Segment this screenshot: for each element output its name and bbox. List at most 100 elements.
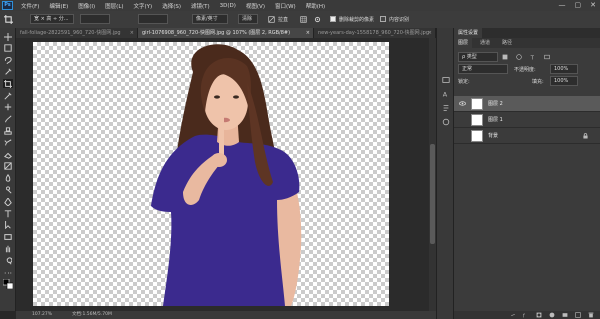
resolution-select[interactable]: 像素/英寸 — [192, 14, 228, 24]
eye-icon[interactable] — [459, 101, 466, 106]
more-icon[interactable] — [3, 268, 13, 277]
type-icon[interactable] — [3, 209, 13, 218]
settings-gear-icon[interactable] — [314, 16, 321, 23]
menu-select[interactable]: 选择(S) — [157, 2, 186, 10]
color-swatch-icon[interactable] — [3, 279, 13, 290]
pen-icon[interactable] — [3, 197, 13, 206]
preset-select[interactable]: 宽 × 高 ÷ 分... — [30, 14, 74, 24]
zoom-level[interactable]: 107.27% — [32, 311, 52, 319]
link-icon[interactable] — [510, 312, 516, 318]
menu-filter[interactable]: 滤镜(T) — [186, 2, 215, 10]
layer-name: 图层 2 — [488, 101, 503, 107]
gradient-icon[interactable] — [3, 162, 13, 171]
history-brush-icon[interactable] — [3, 138, 13, 147]
tab-properties[interactable]: 属性设置 — [454, 28, 483, 38]
svg-text:T: T — [530, 55, 535, 60]
tab-layers[interactable]: 图层 — [454, 38, 473, 48]
tab-channels[interactable]: 通道 — [476, 38, 494, 48]
clear-button[interactable]: 清除 — [238, 14, 258, 24]
history-icon[interactable] — [442, 76, 450, 84]
layers-footer: f — [454, 311, 600, 319]
tab-fall-foliage[interactable]: fall-foliage-2822591_960_720-快图网.jpg × — [16, 28, 138, 38]
delete-cropped-checkbox[interactable] — [330, 16, 336, 22]
minimize-button[interactable]: — — [559, 1, 566, 9]
doc-size: 文档:1.56M/5.70M — [72, 312, 112, 317]
crop-icon[interactable] — [3, 79, 13, 89]
move-icon[interactable] — [3, 32, 13, 41]
width-field[interactable] — [80, 14, 110, 24]
status-bar: 107.27% 文档:1.56M/5.70M — [16, 311, 436, 319]
close-button[interactable]: ✕ — [590, 1, 596, 9]
woman-cutout-image[interactable] — [33, 42, 389, 306]
close-icon[interactable]: × — [130, 28, 134, 38]
marquee-icon[interactable] — [3, 44, 13, 53]
stamp-icon[interactable] — [3, 126, 13, 135]
brush-icon[interactable] — [3, 115, 13, 124]
overlay-grid-icon[interactable] — [300, 16, 307, 23]
tools-panel — [0, 28, 16, 311]
tab-girl[interactable]: girl-1076908_960_720-快图网.jpg @ 107% (图层 … — [138, 28, 314, 38]
panel-icon-strip: A — [436, 28, 454, 319]
maximize-button[interactable]: ▢ — [575, 1, 582, 9]
lock-label: 锁定: — [458, 79, 470, 85]
layer-thumbnail — [471, 130, 483, 142]
height-field[interactable] — [138, 14, 168, 24]
dodge-icon[interactable] — [3, 185, 13, 194]
opacity-input[interactable]: 100% — [550, 64, 578, 74]
layer-row[interactable]: 背景 — [454, 128, 600, 144]
menu-view[interactable]: 视图(V) — [241, 2, 270, 10]
menu-layer[interactable]: 图层(L) — [100, 2, 128, 10]
hand-icon[interactable] — [3, 244, 13, 253]
layer-filter-select[interactable]: ρ 类型 — [458, 52, 498, 62]
menu-image[interactable]: 图像(I) — [73, 2, 100, 10]
app-logo: Ps — [2, 1, 13, 10]
adjust-filter-icon[interactable] — [516, 54, 522, 60]
info-icon[interactable] — [442, 118, 450, 126]
menu-file[interactable]: 文件(F) — [16, 2, 44, 10]
opacity-label: 不透明度: — [514, 67, 536, 73]
blur-icon[interactable] — [3, 174, 13, 183]
fx-icon[interactable]: f — [523, 312, 529, 318]
paragraph-icon[interactable] — [442, 104, 450, 112]
tab-new-years-day[interactable]: new-years-day-1558178_960_720-快图网.jpg × — [314, 28, 436, 38]
menu-window[interactable]: 窗口(W) — [270, 2, 301, 10]
path-select-icon[interactable] — [3, 221, 13, 230]
crop-tool-icon[interactable] — [4, 15, 13, 24]
layer-name: 背景 — [488, 133, 499, 139]
menu-type[interactable]: 文字(Y) — [129, 2, 158, 10]
pixel-filter-icon[interactable] — [502, 54, 508, 60]
group-icon[interactable] — [562, 312, 568, 318]
layer-row[interactable]: 图层 1 — [454, 112, 600, 128]
close-icon[interactable]: × — [428, 28, 432, 38]
vertical-scrollbar[interactable] — [429, 38, 436, 311]
fill-input[interactable]: 100% — [550, 76, 578, 86]
blend-mode-select[interactable]: 正常 — [458, 64, 508, 74]
content-aware-label: 内容识别 — [389, 17, 410, 23]
filter-icons: T — [502, 53, 596, 61]
content-aware-checkbox[interactable] — [380, 16, 386, 22]
eyedropper-icon[interactable] — [3, 91, 13, 100]
zoom-icon[interactable] — [3, 256, 13, 265]
mask-icon[interactable] — [536, 312, 542, 318]
layer-row[interactable]: 图层 2 — [454, 96, 600, 112]
type-filter-icon[interactable]: T — [530, 54, 536, 60]
menu-3d[interactable]: 3D(D) — [215, 3, 241, 9]
healing-icon[interactable] — [3, 103, 13, 112]
shape-icon[interactable] — [3, 233, 13, 242]
character-icon[interactable]: A — [442, 90, 450, 98]
quick-select-icon[interactable] — [3, 67, 13, 76]
lasso-icon[interactable] — [3, 56, 13, 65]
tab-paths[interactable]: 路径 — [498, 38, 516, 48]
layer-name: 图层 1 — [488, 117, 503, 123]
eraser-icon[interactable] — [3, 150, 13, 159]
straighten-icon[interactable] — [268, 16, 275, 23]
scroll-thumb[interactable] — [430, 144, 435, 244]
close-icon[interactable]: × — [306, 28, 310, 38]
menu-edit[interactable]: 编辑(E) — [44, 2, 73, 10]
tab-label: fall-foliage-2822591_960_720-快图网.jpg — [20, 30, 121, 36]
shape-filter-icon[interactable] — [544, 54, 550, 60]
adjustment-icon[interactable] — [549, 312, 555, 318]
trash-icon[interactable] — [588, 312, 594, 318]
menu-help[interactable]: 帮助(H) — [301, 2, 330, 10]
new-layer-icon[interactable] — [575, 312, 581, 318]
